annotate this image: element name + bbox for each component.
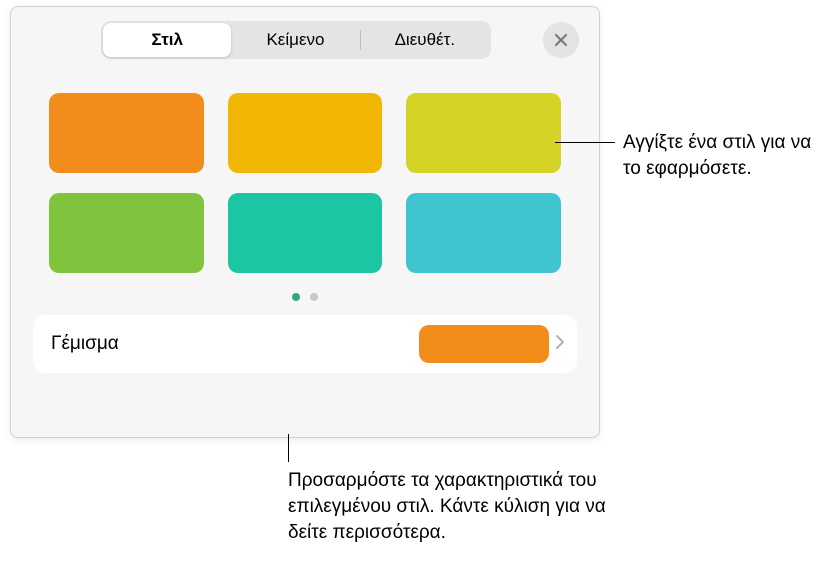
page-indicator — [11, 293, 599, 301]
callout-apply-style: Αγγίξτε ένα στιλ για να το εφαρμόσετε. — [623, 130, 813, 182]
fill-color-preview — [419, 325, 549, 363]
fill-row[interactable]: Γέμισμα — [33, 315, 577, 373]
close-button[interactable] — [543, 22, 579, 58]
callout-line — [555, 142, 615, 143]
tab-arrange[interactable]: Διευθέτ. — [361, 23, 489, 57]
style-swatch[interactable] — [228, 193, 383, 273]
page-dot-1[interactable] — [292, 293, 300, 301]
tab-style[interactable]: Στιλ — [103, 23, 231, 57]
tab-arrange-label: Διευθέτ. — [395, 30, 455, 50]
style-swatch[interactable] — [49, 93, 204, 173]
close-icon — [553, 32, 569, 48]
callout-customize: Προσαρμόστε τα χαρακτηριστικά του επιλεγ… — [288, 468, 638, 546]
format-panel: Στιλ Κείμενο Διευθέτ. Γέμισμα — [10, 6, 600, 438]
tab-text[interactable]: Κείμενο — [231, 23, 359, 57]
panel-header: Στιλ Κείμενο Διευθέτ. — [11, 7, 599, 65]
style-swatch[interactable] — [228, 93, 383, 173]
style-swatch[interactable] — [406, 193, 561, 273]
tab-style-label: Στιλ — [151, 30, 183, 50]
callout-line — [288, 434, 289, 462]
tab-text-label: Κείμενο — [266, 30, 324, 50]
style-swatch-grid — [11, 65, 599, 285]
chevron-right-icon — [555, 334, 565, 355]
fill-label: Γέμισμα — [51, 333, 419, 355]
format-tabs: Στιλ Κείμενο Διευθέτ. — [101, 21, 491, 59]
page-dot-2[interactable] — [310, 293, 318, 301]
style-swatch[interactable] — [406, 93, 561, 173]
style-swatch[interactable] — [49, 193, 204, 273]
